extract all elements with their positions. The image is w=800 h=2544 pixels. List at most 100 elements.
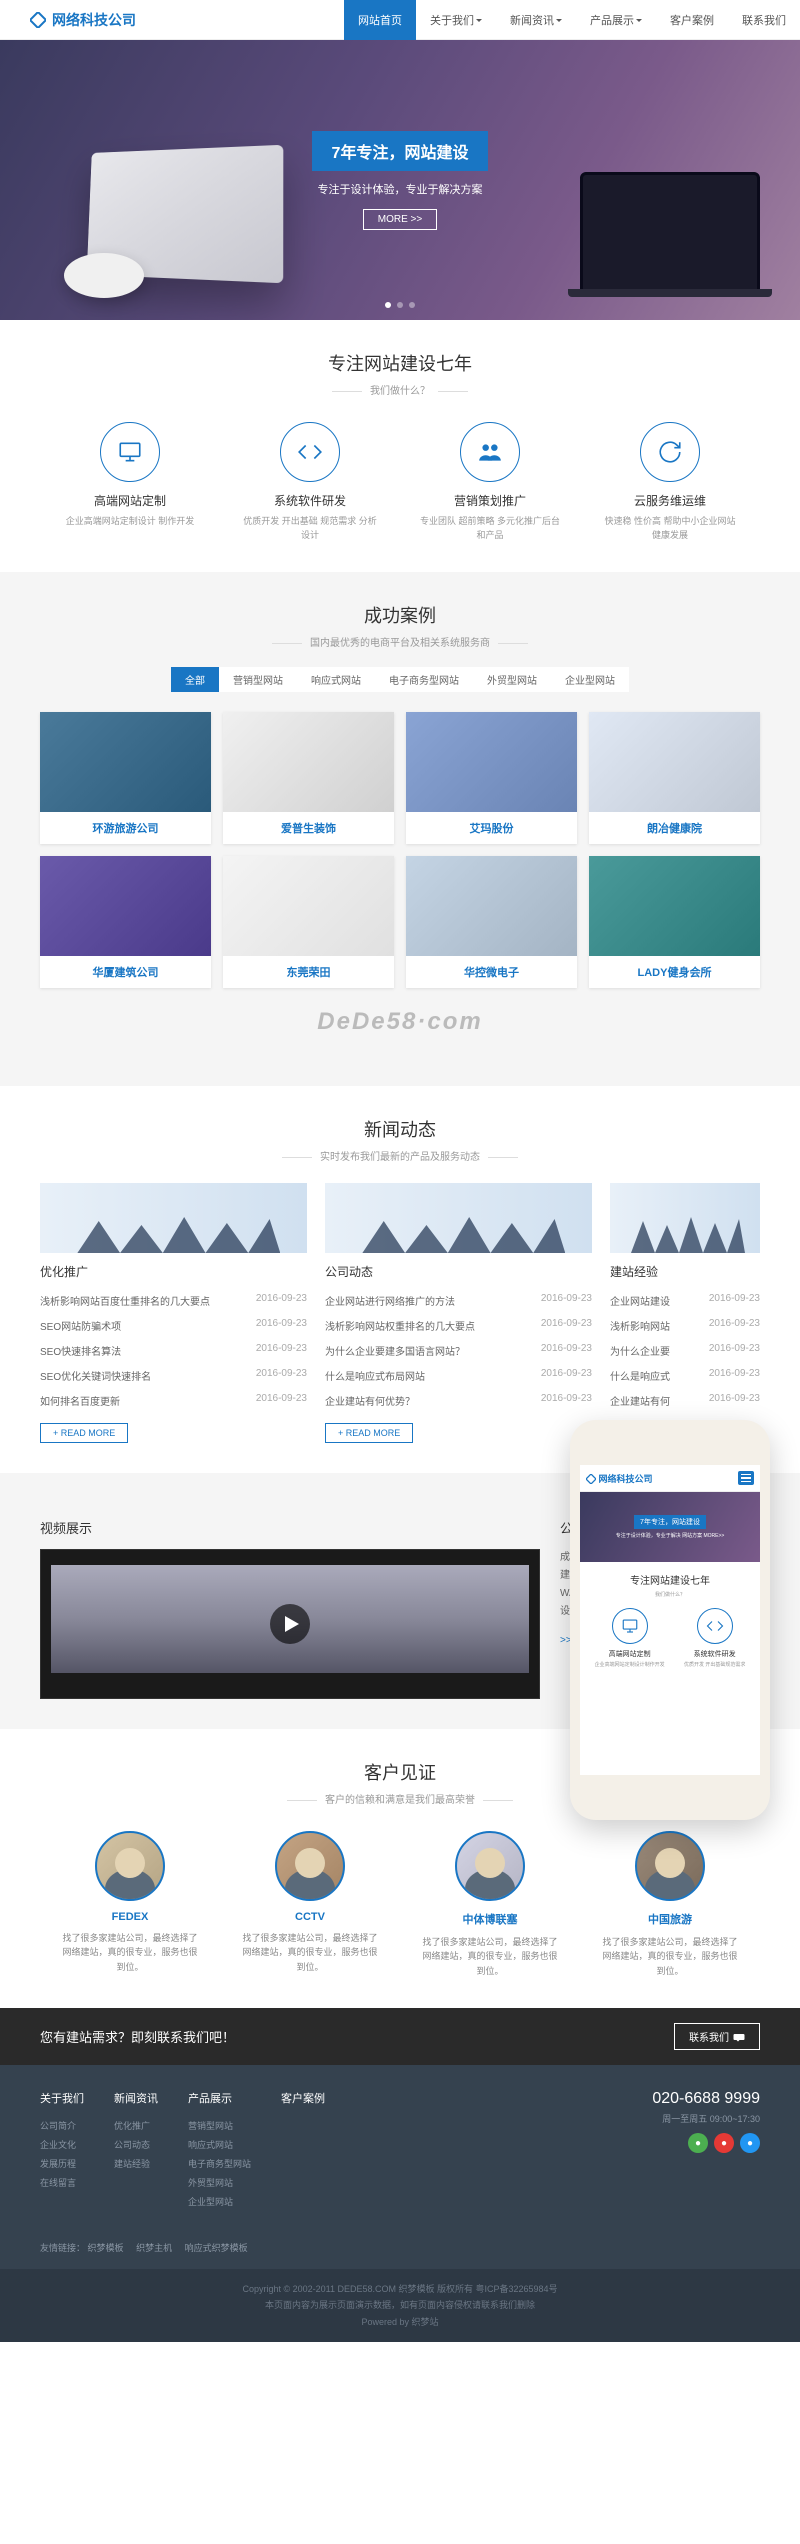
testimonial-item[interactable]: 中国旅游 找了很多家建站公司，最终选择了网络建站，真的很专业，服务也很到位。: [600, 1831, 740, 1978]
footer-link[interactable]: 优化推广: [114, 2116, 158, 2135]
footer-link[interactable]: 外贸型网站: [188, 2173, 251, 2192]
case-thumbnail: [406, 712, 577, 812]
testimonial-desc: 找了很多家建站公司，最终选择了网络建站，真的很专业，服务也很到位。: [600, 1935, 740, 1978]
service-item[interactable]: 系统软件研发 优质开发 开出基础 规范需求 分析设计: [240, 422, 380, 542]
avatar: [455, 1831, 525, 1901]
hero-subtitle: 专注于设计体验，专业于解决方案: [318, 181, 483, 197]
service-desc: 企业高端网站定制设计 制作开发: [60, 515, 200, 529]
hero-laptop-graphic: [580, 172, 760, 292]
friend-link[interactable]: 织梦主机: [136, 2243, 172, 2253]
footer-link[interactable]: 企业文化: [40, 2135, 84, 2154]
news-item[interactable]: 企业网站建设2016-09-23: [610, 1288, 760, 1313]
news-item[interactable]: 浅析影响网站2016-09-23: [610, 1313, 760, 1338]
nav-products[interactable]: 产品展示: [576, 0, 656, 40]
case-tab[interactable]: 企业型网站: [551, 667, 629, 692]
case-item[interactable]: 朗冶健康院: [589, 712, 760, 844]
hero-more-button[interactable]: MORE >>: [363, 209, 437, 230]
footer-link[interactable]: 企业型网站: [188, 2192, 251, 2211]
phone-hero-title: 7年专注，网站建设: [634, 1515, 706, 1529]
wechat-icon[interactable]: ●: [688, 2133, 708, 2153]
case-item[interactable]: 艾玛股份: [406, 712, 577, 844]
case-item[interactable]: LADY健身会所: [589, 856, 760, 988]
news-item[interactable]: 什么是响应式布局网站2016-09-23: [325, 1363, 592, 1388]
services-title: 专注网站建设七年: [40, 350, 760, 376]
testimonial-desc: 找了很多家建站公司，最终选择了网络建站，真的很专业，服务也很到位。: [420, 1935, 560, 1978]
news-section: 新闻动态 实时发布我们最新的产品及服务动态 优化推广 浅析影响网站百度仕重排名的…: [0, 1086, 800, 1473]
play-icon[interactable]: [270, 1604, 310, 1644]
nav-about[interactable]: 关于我们: [416, 0, 496, 40]
news-item[interactable]: 企业建站有何优势？2016-09-23: [325, 1388, 592, 1413]
case-item[interactable]: 爱普生装饰: [223, 712, 394, 844]
service-item[interactable]: 高端网站定制 企业高端网站定制设计 制作开发: [60, 422, 200, 542]
footer-link[interactable]: 发展历程: [40, 2154, 84, 2173]
footer-link[interactable]: 建站经验: [114, 2154, 158, 2173]
footer-link[interactable]: 公司动态: [114, 2135, 158, 2154]
phone-logo: 网络科技公司: [586, 1472, 653, 1485]
hamburger-icon[interactable]: [738, 1471, 754, 1485]
footer-link[interactable]: 电子商务型网站: [188, 2154, 251, 2173]
footer-heading: 新闻资讯: [114, 2090, 158, 2106]
nav-news[interactable]: 新闻资讯: [496, 0, 576, 40]
case-thumbnail: [589, 856, 760, 956]
cta-text: 您有建站需求？即刻联系我们吧！: [40, 2027, 235, 2046]
case-name: 华控微电子: [406, 956, 577, 988]
news-item[interactable]: 企业网站进行网络推广的方法2016-09-23: [325, 1288, 592, 1313]
video-player[interactable]: [40, 1549, 540, 1699]
footer-link[interactable]: 响应式网站: [188, 2135, 251, 2154]
case-item[interactable]: 环游旅游公司: [40, 712, 211, 844]
footer-heading: 客户案例: [281, 2090, 325, 2106]
services-subtitle: 我们做什么？: [40, 382, 760, 397]
read-more-button[interactable]: + READ MORE: [325, 1423, 413, 1443]
case-item[interactable]: 华控微电子: [406, 856, 577, 988]
chevron-down-icon: [476, 19, 482, 22]
qq-icon[interactable]: ●: [740, 2133, 760, 2153]
weibo-icon[interactable]: ●: [714, 2133, 734, 2153]
case-tab[interactable]: 外贸型网站: [473, 667, 551, 692]
nav-home[interactable]: 网站首页: [344, 0, 416, 40]
news-item[interactable]: 浅析影响网站百度仕重排名的几大要点2016-09-23: [40, 1288, 307, 1313]
news-item[interactable]: 为什么企业要建多国语言网站？2016-09-23: [325, 1338, 592, 1363]
code-icon: [280, 422, 340, 482]
friend-link[interactable]: 织梦模板: [88, 2243, 124, 2253]
phone-section-title: 专注网站建设七年: [580, 1562, 760, 1591]
nav-contact[interactable]: 联系我们: [728, 0, 800, 40]
nav-cases[interactable]: 客户案例: [656, 0, 728, 40]
news-item[interactable]: 如何排名百度更新2016-09-23: [40, 1388, 307, 1413]
testimonial-item[interactable]: FEDEX 找了很多家建站公司，最终选择了网络建站，真的很专业，服务也很到位。: [60, 1831, 200, 1978]
case-tab-all[interactable]: 全部: [171, 667, 219, 692]
service-item[interactable]: 云服务维运维 快速稳 性价高 帮助中小企业网站 健康发展: [600, 422, 740, 542]
testimonial-item[interactable]: 中体博联塞 找了很多家建站公司，最终选择了网络建站，真的很专业，服务也很到位。: [420, 1831, 560, 1978]
carousel-dot[interactable]: [409, 302, 415, 308]
news-item[interactable]: 企业建站有何2016-09-23: [610, 1388, 760, 1413]
news-item[interactable]: 为什么企业要2016-09-23: [610, 1338, 760, 1363]
footer-heading: 关于我们: [40, 2090, 84, 2106]
case-tab[interactable]: 营销型网站: [219, 667, 297, 692]
case-item[interactable]: 华厦建筑公司: [40, 856, 211, 988]
case-tab[interactable]: 响应式网站: [297, 667, 375, 692]
read-more-button[interactable]: + READ MORE: [40, 1423, 128, 1443]
phone-hero: 7年专注，网站建设 专注于设计体验，专业于解决 网站方案 MORE>>: [580, 1492, 760, 1562]
news-item[interactable]: SEO优化关键词快速排名2016-09-23: [40, 1363, 307, 1388]
logo[interactable]: 网络科技公司: [0, 10, 136, 30]
footer-link[interactable]: 在线留言: [40, 2173, 84, 2192]
case-item[interactable]: 东莞荣田: [223, 856, 394, 988]
testimonial-item[interactable]: CCTV 找了很多家建站公司，最终选择了网络建站，真的很专业，服务也很到位。: [240, 1831, 380, 1978]
news-item[interactable]: SEO网站防骗术项2016-09-23: [40, 1313, 307, 1338]
case-thumbnail: [223, 712, 394, 812]
video-title: 视频展示: [40, 1518, 540, 1537]
case-name: 朗冶健康院: [589, 812, 760, 844]
carousel-dot[interactable]: [397, 302, 403, 308]
news-item[interactable]: 什么是响应式2016-09-23: [610, 1363, 760, 1388]
news-item[interactable]: SEO快速排名算法2016-09-23: [40, 1338, 307, 1363]
case-tab[interactable]: 电子商务型网站: [375, 667, 473, 692]
friend-link[interactable]: 响应式织梦模板: [185, 2243, 248, 2253]
case-name: 艾玛股份: [406, 812, 577, 844]
service-item[interactable]: 营销策划推广 专业团队 超前策略 多元化推广后台 和产品: [420, 422, 560, 542]
footer-link[interactable]: 公司简介: [40, 2116, 84, 2135]
cta-button[interactable]: 联系我们: [674, 2023, 760, 2050]
news-item[interactable]: 浅析影响网站权重排名的几大要点2016-09-23: [325, 1313, 592, 1338]
carousel-dot[interactable]: [385, 302, 391, 308]
case-thumbnail: [223, 856, 394, 956]
hero-banner: 7年专注，网站建设 专注于设计体验，专业于解决方案 MORE >>: [0, 40, 800, 320]
footer-link[interactable]: 营销型网站: [188, 2116, 251, 2135]
